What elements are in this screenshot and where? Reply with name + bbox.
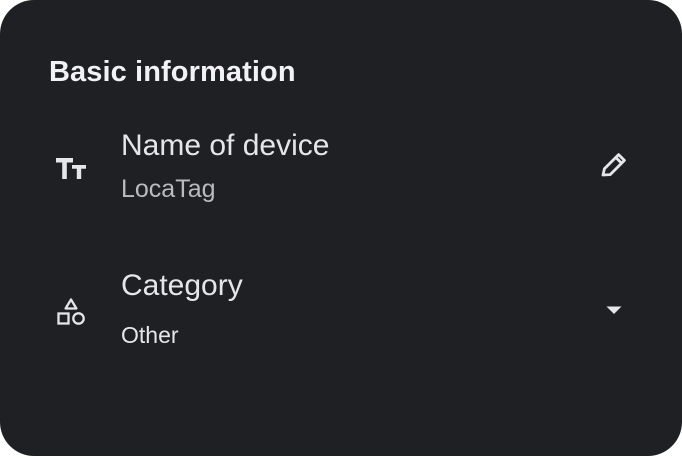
shapes-category-icon [53,294,89,330]
edit-pencil-icon[interactable] [591,143,635,187]
text-fields-icon [53,150,89,186]
device-name-row[interactable]: Name of device LocaTag [0,112,682,222]
dropdown-arrow-icon[interactable] [592,288,636,332]
category-value: Other [121,322,179,348]
section-title: Basic information [49,56,296,88]
partial-icon-peek [610,451,630,456]
basic-information-card: Basic information Name of device LocaTag [0,0,682,456]
device-name-label: Name of device [121,129,330,162]
device-name-value: LocaTag [121,175,216,203]
category-row[interactable]: Category Other [0,254,682,364]
category-label: Category [121,269,243,302]
